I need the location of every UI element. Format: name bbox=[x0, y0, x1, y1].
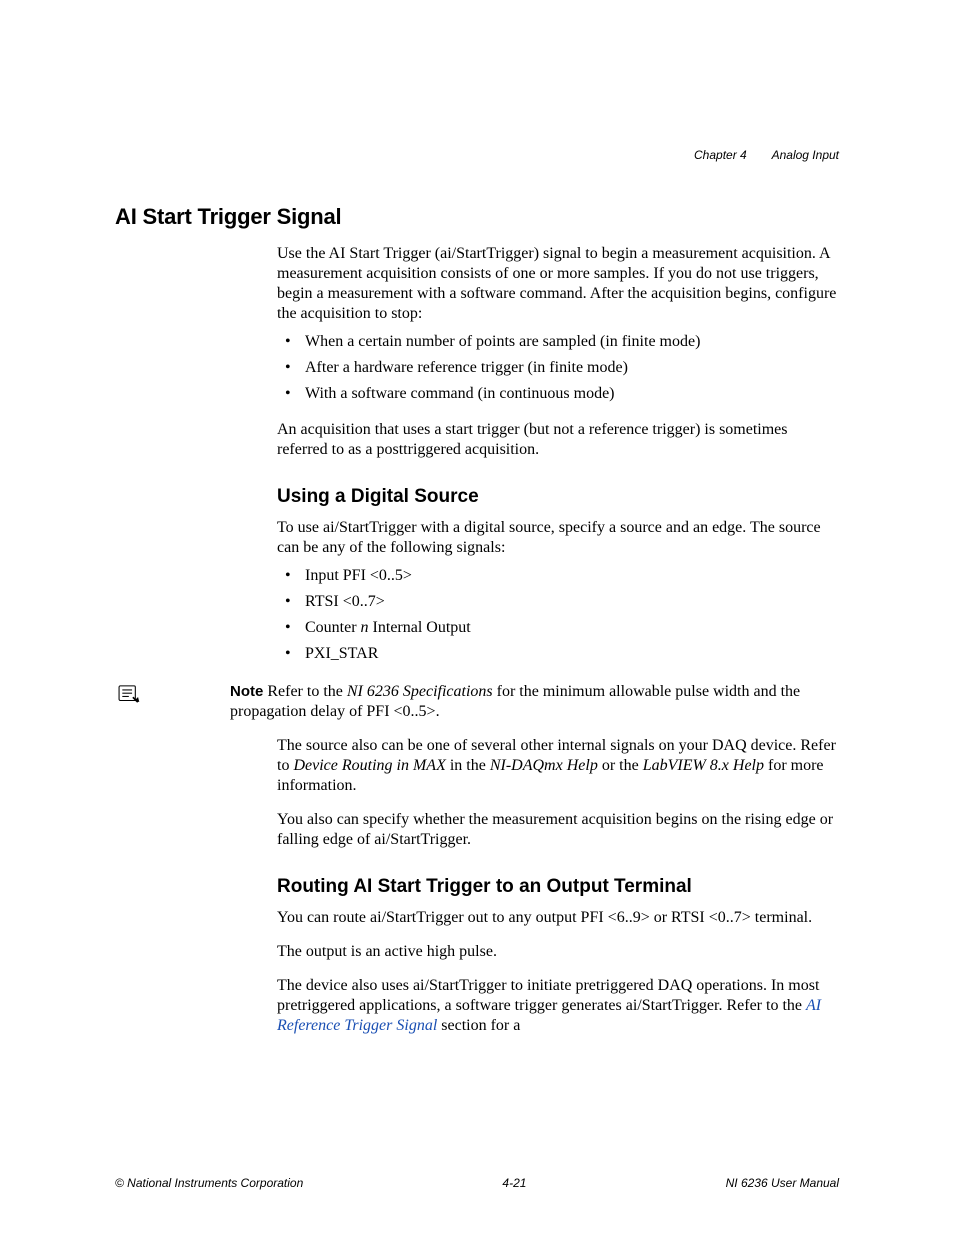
text: Internal Output bbox=[369, 619, 471, 636]
list-item: When a certain number of points are samp… bbox=[277, 330, 839, 354]
bullet-list: When a certain number of points are samp… bbox=[277, 330, 839, 406]
text: The device also uses ai/StartTrigger to … bbox=[277, 977, 819, 1014]
text: Counter bbox=[305, 619, 361, 636]
italic-text: LabVIEW 8.x Help bbox=[643, 757, 764, 774]
list-item: Input PFI <0..5> bbox=[277, 564, 839, 588]
italic-text: NI 6236 Specifications bbox=[347, 683, 493, 700]
note-callout: Note Refer to the NI 6236 Specifications… bbox=[115, 682, 839, 722]
paragraph: You also can specify whether the measure… bbox=[277, 810, 839, 850]
list-item: After a hardware reference trigger (in f… bbox=[277, 356, 839, 380]
text: Refer to the bbox=[263, 683, 347, 700]
page-footer: © National Instruments Corporation 4-21 … bbox=[115, 1176, 839, 1190]
footer-manual-title: NI 6236 User Manual bbox=[726, 1176, 839, 1190]
page: Chapter 4 Analog Input AI Start Trigger … bbox=[0, 0, 954, 1235]
italic-text: NI-DAQmx Help bbox=[490, 757, 598, 774]
paragraph: Use the AI Start Trigger (ai/StartTrigge… bbox=[277, 244, 839, 324]
paragraph: To use ai/StartTrigger with a digital so… bbox=[277, 518, 839, 558]
paragraph: You can route ai/StartTrigger out to any… bbox=[277, 908, 839, 928]
footer-page-number: 4-21 bbox=[303, 1176, 725, 1190]
header-chapter: Chapter 4 bbox=[694, 148, 747, 162]
italic-text: n bbox=[361, 619, 369, 636]
section-body: The source also can be one of several ot… bbox=[277, 736, 839, 1036]
paragraph: The device also uses ai/StartTrigger to … bbox=[277, 976, 839, 1036]
heading-ai-start-trigger: AI Start Trigger Signal bbox=[115, 204, 839, 230]
list-item: PXI_STAR bbox=[277, 642, 839, 666]
note-label: Note bbox=[230, 683, 263, 700]
list-item: With a software command (in continuous m… bbox=[277, 382, 839, 406]
paragraph: An acquisition that uses a start trigger… bbox=[277, 420, 839, 460]
note-icon bbox=[115, 682, 175, 710]
list-item: RTSI <0..7> bbox=[277, 590, 839, 614]
running-header: Chapter 4 Analog Input bbox=[694, 148, 839, 162]
note-text: Note Refer to the NI 6236 Specifications… bbox=[230, 682, 839, 722]
text: section for a bbox=[437, 1017, 520, 1034]
paragraph: The source also can be one of several ot… bbox=[277, 736, 839, 796]
header-title: Analog Input bbox=[772, 148, 839, 162]
paragraph: The output is an active high pulse. bbox=[277, 942, 839, 962]
list-item: Counter n Internal Output bbox=[277, 616, 839, 640]
footer-copyright: © National Instruments Corporation bbox=[115, 1176, 303, 1190]
italic-text: Device Routing in MAX bbox=[293, 757, 445, 774]
text: in the bbox=[446, 757, 490, 774]
text: or the bbox=[598, 757, 643, 774]
heading-digital-source: Using a Digital Source bbox=[277, 486, 839, 508]
bullet-list: Input PFI <0..5> RTSI <0..7> Counter n I… bbox=[277, 564, 839, 666]
section-body: Use the AI Start Trigger (ai/StartTrigge… bbox=[277, 244, 839, 666]
heading-routing-output: Routing AI Start Trigger to an Output Te… bbox=[277, 876, 839, 898]
